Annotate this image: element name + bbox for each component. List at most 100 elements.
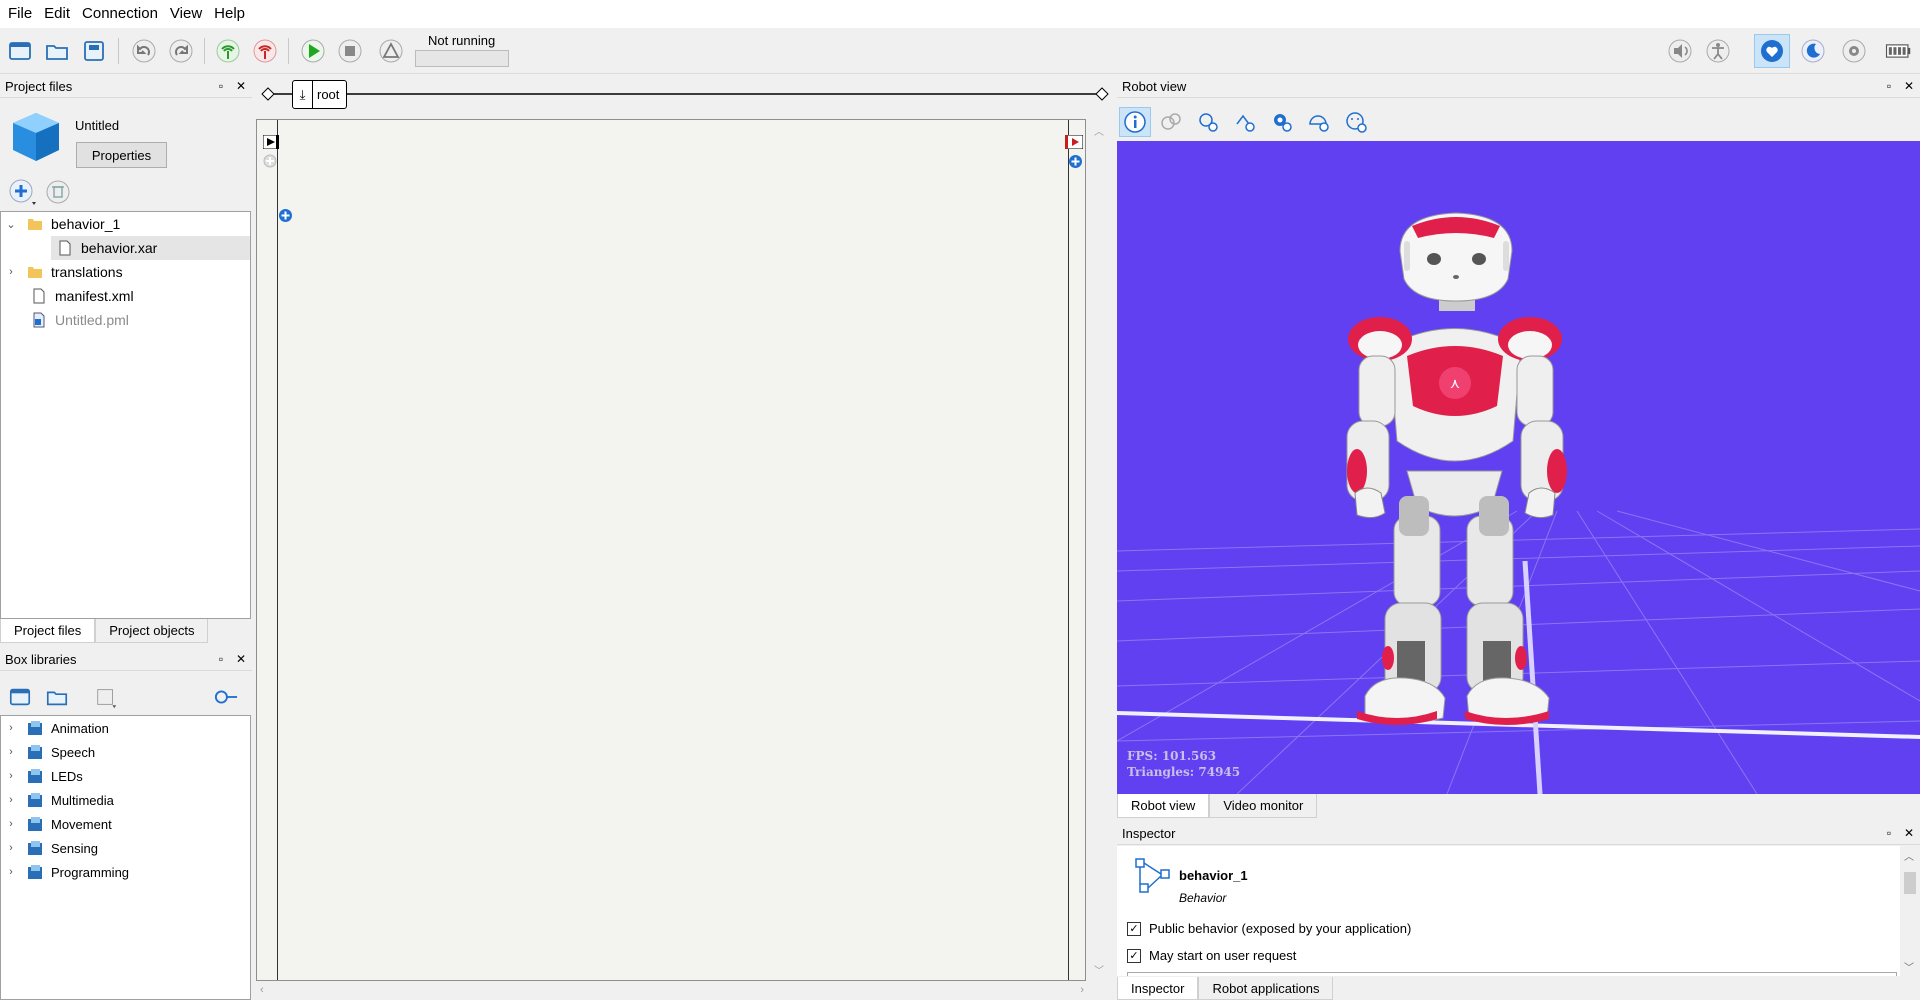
float-panel-icon[interactable]: ▫	[1882, 826, 1896, 840]
float-panel-icon[interactable]: ▫	[214, 652, 228, 666]
robot-stiffness-icon[interactable]	[1704, 37, 1732, 65]
tab-inspector[interactable]: Inspector	[1117, 977, 1199, 1000]
search-library-icon[interactable]	[212, 683, 240, 711]
chevron-down-icon[interactable]: ⌄	[5, 218, 17, 231]
add-file-button[interactable]	[8, 178, 38, 206]
close-icon[interactable]: ✕	[1902, 826, 1916, 840]
tree-item-pml[interactable]: Untitled.pml	[27, 308, 250, 332]
chevron-right-icon[interactable]: ›	[5, 770, 17, 782]
new-project-icon[interactable]	[6, 37, 34, 65]
breadcrumb-root[interactable]: ⤓ root	[292, 80, 347, 109]
new-library-icon[interactable]	[6, 683, 34, 711]
sleep-mode-icon[interactable]	[1799, 37, 1827, 65]
breadcrumb-root-label: root	[317, 87, 340, 102]
scroll-up-icon[interactable]: ︿	[1904, 848, 1914, 863]
onstart-input-icon[interactable]	[263, 135, 279, 149]
inspector-body: behavior_1 Behavior ✓ Public behavior (e…	[1117, 846, 1900, 976]
public-behavior-option[interactable]: ✓ Public behavior (exposed by your appli…	[1127, 921, 1411, 936]
volume-icon[interactable]	[1666, 37, 1694, 65]
tab-project-objects[interactable]: Project objects	[95, 619, 209, 643]
right-splitter[interactable]	[1112, 76, 1117, 1000]
library-menu-icon[interactable]	[92, 683, 120, 711]
library-folder-icon	[28, 769, 42, 783]
scroll-down-icon[interactable]: ﹀	[1094, 962, 1104, 977]
tree-item-manifest[interactable]: manifest.xml	[27, 284, 250, 308]
stop-icon[interactable]	[336, 37, 364, 65]
robot-3d-viewport[interactable]: ⋏ FPS: 101.563 Triangles: 74945	[1117, 141, 1920, 794]
scroll-thumb[interactable]	[1904, 872, 1916, 894]
redo-icon[interactable]	[167, 37, 195, 65]
chevron-right-icon[interactable]: ›	[5, 794, 17, 806]
battery-icon[interactable]	[1880, 37, 1916, 65]
close-icon[interactable]: ✕	[234, 79, 248, 93]
user-request-checkbox[interactable]: ✓	[1127, 948, 1141, 963]
tab-video-monitor[interactable]: Video monitor	[1209, 794, 1318, 818]
robot-view-header: Robot view ▫ ✕	[1117, 76, 1920, 98]
tab-project-files[interactable]: Project files	[0, 619, 96, 643]
left-splitter[interactable]	[252, 76, 256, 1000]
public-behavior-checkbox[interactable]: ✓	[1127, 921, 1141, 936]
properties-button[interactable]: Properties	[76, 142, 167, 168]
add-input-icon[interactable]	[278, 208, 293, 223]
scroll-up-icon[interactable]: ︿	[1094, 123, 1104, 138]
flow-diagram-canvas[interactable]	[256, 119, 1086, 981]
diagram-vertical-scrollbar[interactable]: ︿ ﹀	[1090, 119, 1110, 981]
svg-text:⋏: ⋏	[1450, 375, 1460, 391]
nao-robot-model: ⋏	[1346, 212, 1567, 725]
chevron-right-icon[interactable]: ›	[5, 818, 17, 830]
open-library-icon[interactable]	[43, 683, 71, 711]
autonomous-life-icon[interactable]	[1754, 34, 1790, 68]
camera-view-icon[interactable]	[1192, 107, 1224, 137]
menu-help[interactable]: Help	[208, 0, 251, 28]
chevron-right-icon[interactable]: ›	[5, 866, 17, 878]
diagram-horizontal-scrollbar[interactable]: ‹ ›	[256, 982, 1090, 1000]
library-item-leds[interactable]: › LEDs	[5, 764, 83, 788]
menu-connection[interactable]: Connection	[76, 0, 164, 28]
scroll-down-icon[interactable]: ﹀	[1904, 959, 1914, 974]
library-item-movement[interactable]: › Movement	[5, 812, 112, 836]
joints-icon[interactable]	[1155, 107, 1187, 137]
tab-robot-applications[interactable]: Robot applications	[1198, 977, 1334, 1000]
undo-icon[interactable]	[130, 37, 158, 65]
dome-view-icon[interactable]	[1303, 107, 1335, 137]
close-icon[interactable]: ✕	[234, 652, 248, 666]
chevron-right-icon[interactable]: ›	[5, 746, 17, 758]
inspector-scrollbar[interactable]: ︿ ﹀	[1900, 846, 1920, 976]
library-item-speech[interactable]: › Speech	[5, 740, 95, 764]
tab-robot-view[interactable]: Robot view	[1117, 794, 1210, 818]
menu-file[interactable]: File	[2, 0, 38, 28]
menu-view[interactable]: View	[164, 0, 208, 28]
save-project-icon[interactable]	[80, 37, 108, 65]
connect-icon[interactable]	[214, 37, 242, 65]
info-icon[interactable]	[1119, 107, 1151, 137]
menu-edit[interactable]: Edit	[38, 0, 76, 28]
gear-view-icon[interactable]	[1266, 107, 1298, 137]
settings-icon[interactable]	[1840, 37, 1868, 65]
tree-item-behavior-folder[interactable]: ⌄ behavior_1	[5, 212, 250, 236]
scroll-left-icon[interactable]: ‹	[260, 984, 264, 996]
add-output-icon[interactable]	[1068, 154, 1083, 169]
chevron-right-icon[interactable]: ›	[5, 842, 17, 854]
library-item-programming[interactable]: › Programming	[5, 860, 129, 884]
face-view-icon[interactable]	[1340, 107, 1372, 137]
float-panel-icon[interactable]: ▫	[1882, 79, 1896, 93]
delete-file-button[interactable]	[44, 178, 72, 206]
open-project-icon[interactable]	[43, 37, 71, 65]
onstopped-output-icon[interactable]	[1065, 135, 1083, 149]
debug-warning-icon[interactable]	[377, 37, 405, 65]
tree-item-translations-folder[interactable]: › translations	[5, 260, 250, 284]
float-panel-icon[interactable]: ▫	[214, 79, 228, 93]
menu-bar: File Edit Connection View Help	[0, 0, 1920, 28]
close-icon[interactable]: ✕	[1902, 79, 1916, 93]
library-item-multimedia[interactable]: › Multimedia	[5, 788, 114, 812]
library-item-sensing[interactable]: › Sensing	[5, 836, 98, 860]
chevron-right-icon[interactable]: ›	[5, 722, 17, 734]
user-request-option[interactable]: ✓ May start on user request	[1127, 948, 1296, 963]
scroll-right-icon[interactable]: ›	[1080, 984, 1084, 996]
chevron-right-icon[interactable]: ›	[5, 266, 17, 278]
disconnect-icon[interactable]	[251, 37, 279, 65]
tree-item-behavior-xar[interactable]: behavior.xar	[51, 236, 250, 260]
play-icon[interactable]	[299, 37, 327, 65]
library-item-animation[interactable]: › Animation	[5, 716, 109, 740]
move-view-icon[interactable]	[1229, 107, 1261, 137]
